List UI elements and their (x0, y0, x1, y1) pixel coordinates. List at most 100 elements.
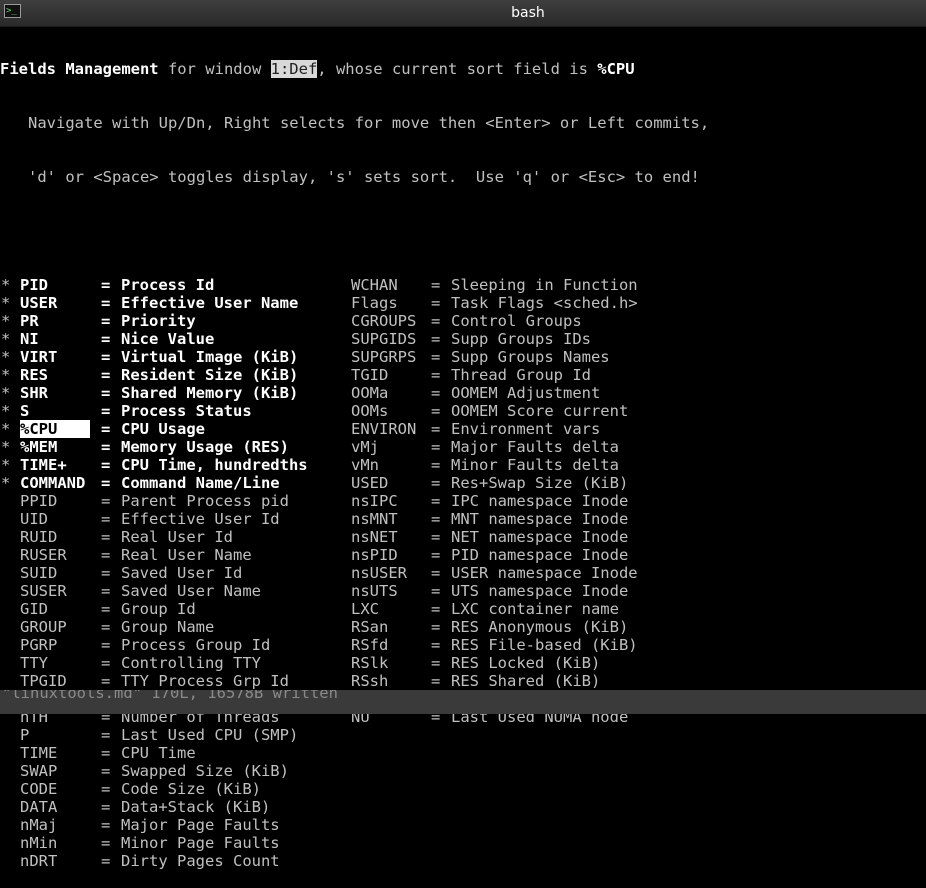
terminal-output[interactable]: Fields Management for window 1:Def, whos… (0, 24, 926, 870)
field-name[interactable]: nsNET (351, 528, 398, 546)
field-name[interactable]: RSsh (351, 672, 388, 690)
field-separator: = (101, 582, 111, 600)
field-enabled-marker: * (1, 438, 11, 456)
field-name[interactable]: CODE (20, 780, 57, 798)
field-name[interactable]: nsIPC (351, 492, 398, 510)
field-name[interactable]: COMMAND (20, 474, 85, 492)
field-name[interactable]: nsPID (351, 546, 398, 564)
field-name[interactable]: TTY (20, 654, 48, 672)
field-description: Resident Size (KiB) (121, 366, 299, 384)
fields-list: * PID = Process Id WCHAN = Sleeping in Functio… (0, 276, 926, 870)
header-line-1: Fields Management for window 1:Def, whos… (0, 60, 635, 78)
field-description: Shared Memory (KiB) (121, 384, 299, 402)
field-name[interactable]: vMj (351, 438, 379, 456)
field-separator: = (431, 582, 441, 600)
field-name[interactable]: vMn (351, 456, 379, 474)
field-name[interactable]: nsUTS (351, 582, 398, 600)
field-row: P = Last Used CPU (SMP) (0, 726, 926, 744)
field-row: GROUP = Group Name RSan = RES Anonymous (KiB) (0, 618, 926, 636)
field-row: * S = Process Status OOMs = OOMEM Score curren… (0, 402, 926, 420)
field-description: Effective User Name (121, 294, 299, 312)
field-name[interactable]: WCHAN (351, 276, 398, 294)
field-name[interactable]: SHR (20, 384, 48, 402)
field-row: * %CPU = CPU Usage ENVIRON = Environment vars (0, 420, 926, 438)
field-separator: = (431, 510, 441, 528)
field-row: * USER = Effective User Name Flags = Task Flag… (0, 294, 926, 312)
field-name[interactable]: GROUP (20, 618, 67, 636)
window-titlebar[interactable]: >_ bash (0, 0, 926, 27)
field-description: RES Shared (KiB) (451, 672, 601, 690)
field-separator: = (101, 348, 111, 366)
field-enabled-marker: * (1, 276, 11, 294)
field-name[interactable]: CGROUPS (351, 312, 416, 330)
field-name[interactable]: SWAP (20, 762, 57, 780)
field-name[interactable]: LXC (351, 600, 379, 618)
field-row: * SHR = Shared Memory (KiB) OOMa = OOMEM Adjus… (0, 384, 926, 402)
field-name[interactable]: RSfd (351, 636, 388, 654)
field-name[interactable]: PGRP (20, 636, 57, 654)
field-name[interactable]: TPGID (20, 672, 67, 690)
field-description: OOMEM Adjustment (451, 384, 601, 402)
field-name[interactable]: TIME (20, 744, 57, 762)
field-row: RUSER = Real User Name nsPID = PID namespace … (0, 546, 926, 564)
field-name[interactable]: NI (20, 330, 39, 348)
field-name[interactable]: RSlk (351, 654, 388, 672)
field-name[interactable]: nMin (20, 834, 57, 852)
field-description: Minor Faults delta (451, 456, 619, 474)
field-separator: = (431, 528, 441, 546)
field-name[interactable]: %MEM (20, 438, 57, 456)
field-name[interactable]: TIME+ (20, 456, 67, 474)
field-separator: = (101, 294, 111, 312)
field-name[interactable]: USED (351, 474, 388, 492)
field-enabled-marker: * (1, 366, 11, 384)
field-name[interactable]: RSan (351, 618, 388, 636)
field-name[interactable]: nsUSER (351, 564, 407, 582)
field-name[interactable]: UID (20, 510, 48, 528)
field-name-selected[interactable]: %CPU (20, 420, 90, 438)
field-name[interactable]: SUPGIDS (351, 330, 416, 348)
field-name[interactable]: PPID (20, 492, 57, 510)
field-separator: = (431, 366, 441, 384)
field-name[interactable]: SUSER (20, 582, 67, 600)
field-separator: = (101, 564, 111, 582)
field-description: Minor Page Faults (121, 834, 280, 852)
field-name[interactable]: nMaj (20, 816, 57, 834)
field-description: Res+Swap Size (KiB) (451, 474, 629, 492)
field-name[interactable]: OOMa (351, 384, 388, 402)
field-name[interactable]: PID (20, 276, 48, 294)
field-name[interactable]: S (20, 402, 29, 420)
field-description: Process Group Id (121, 636, 271, 654)
field-separator: = (431, 456, 441, 474)
field-enabled-marker: * (1, 294, 11, 312)
field-name[interactable]: OOMs (351, 402, 388, 420)
field-name[interactable]: PR (20, 312, 39, 330)
field-name[interactable]: Flags (351, 294, 398, 312)
field-description: Task Flags <sched.h> (451, 294, 638, 312)
field-row: TIME = CPU Time (0, 744, 926, 762)
field-name[interactable]: SUID (20, 564, 57, 582)
field-row: RUID = Real User Id nsNET = NET namespace Ino… (0, 528, 926, 546)
field-name[interactable]: GID (20, 600, 48, 618)
field-name[interactable]: nDRT (20, 852, 57, 870)
field-description: Group Name (121, 618, 215, 636)
field-name[interactable]: TGID (351, 366, 388, 384)
field-name[interactable]: ENVIRON (351, 420, 416, 438)
field-name[interactable]: SUPGRPS (351, 348, 416, 366)
field-description: USER namespace Inode (451, 564, 638, 582)
field-name[interactable]: P (20, 726, 29, 744)
field-name[interactable]: RES (20, 366, 48, 384)
field-name[interactable]: RUID (20, 528, 57, 546)
field-name[interactable]: nsMNT (351, 510, 398, 528)
field-separator: = (431, 294, 441, 312)
field-name[interactable]: DATA (20, 798, 57, 816)
field-enabled-marker: * (1, 312, 11, 330)
field-name[interactable]: VIRT (20, 348, 57, 366)
field-separator: = (101, 510, 111, 528)
field-row: GID = Group Id LXC = LXC container name (0, 600, 926, 618)
field-enabled-marker: * (1, 420, 11, 438)
field-name[interactable]: RUSER (20, 546, 67, 564)
field-name[interactable]: USER (20, 294, 57, 312)
field-row: SWAP = Swapped Size (KiB) (0, 762, 926, 780)
field-description: Supp Groups Names (451, 348, 610, 366)
screen-title: Fields Management (0, 60, 159, 78)
